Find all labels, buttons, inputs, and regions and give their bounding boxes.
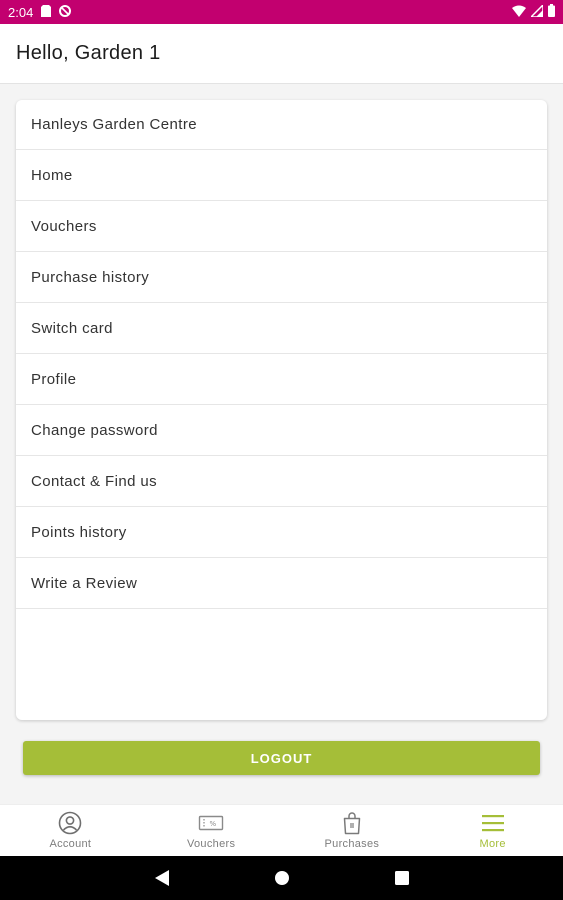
signal-icon [529, 2, 544, 20]
data-saver-icon [59, 4, 72, 20]
status-bar: 2:04 [0, 0, 563, 24]
menu-item-purchase-history[interactable]: Purchase history [16, 253, 547, 303]
voucher-icon: % [198, 815, 224, 831]
nav-tab-vouchers[interactable]: % Vouchers [141, 805, 282, 857]
shopping-bag-icon [343, 812, 361, 835]
menu-item-change-password[interactable]: Change password [16, 406, 547, 456]
menu-item-label: Contact & Find us [31, 473, 158, 490]
nav-label: More [479, 838, 506, 850]
bottom-nav: Account % Vouchers Purchases More [0, 804, 563, 857]
menu-item-label: Hanleys Garden Centre [31, 116, 197, 133]
nav-tab-more[interactable]: More [422, 805, 563, 857]
menu-item-write-review[interactable]: Write a Review [16, 559, 547, 609]
wifi-icon [512, 5, 526, 20]
greeting-title: Hello, Garden 1 [16, 42, 161, 64]
recents-icon [394, 871, 409, 885]
nav-label: Purchases [324, 838, 380, 850]
home-icon [274, 871, 289, 885]
menu-item-points-history[interactable]: Points history [16, 508, 547, 558]
menu-item-contact[interactable]: Contact & Find us [16, 457, 547, 507]
menu-card: Hanleys Garden Centre Home Vouchers Purc… [16, 100, 547, 720]
back-icon [154, 870, 169, 886]
logout-button[interactable]: LOGOUT [23, 741, 540, 775]
nav-tab-account[interactable]: Account [0, 805, 141, 857]
menu-item-label: Home [31, 167, 73, 184]
sim-card-icon [41, 4, 52, 20]
main-content: Hanleys Garden Centre Home Vouchers Purc… [0, 84, 563, 804]
back-button[interactable] [102, 870, 222, 886]
menu-item-label: Switch card [31, 320, 113, 337]
menu-item-switch-card[interactable]: Switch card [16, 304, 547, 354]
account-icon [59, 811, 82, 835]
app-header: Hello, Garden 1 [0, 24, 563, 84]
menu-item-label: Purchase history [31, 269, 150, 286]
menu-item-home[interactable]: Home [16, 151, 547, 201]
home-button[interactable] [222, 870, 342, 886]
menu-item-label: Points history [31, 524, 127, 541]
menu-item-label: Write a Review [31, 575, 138, 592]
menu-item-store[interactable]: Hanleys Garden Centre [16, 100, 547, 150]
menu-icon [481, 815, 504, 832]
svg-text:%: % [210, 820, 217, 828]
battery-icon [548, 4, 555, 20]
nav-label: Account [49, 838, 92, 850]
recents-button[interactable] [342, 871, 462, 885]
menu-item-label: Change password [31, 422, 158, 439]
menu-item-profile[interactable]: Profile [16, 355, 547, 405]
menu-item-label: Vouchers [31, 218, 97, 235]
nav-label: Vouchers [186, 838, 236, 850]
status-time: 2:04 [8, 4, 34, 20]
nav-tab-purchases[interactable]: Purchases [282, 805, 423, 857]
menu-item-label: Profile [31, 371, 77, 388]
menu-item-vouchers[interactable]: Vouchers [16, 202, 547, 252]
system-nav-bar [0, 856, 563, 900]
